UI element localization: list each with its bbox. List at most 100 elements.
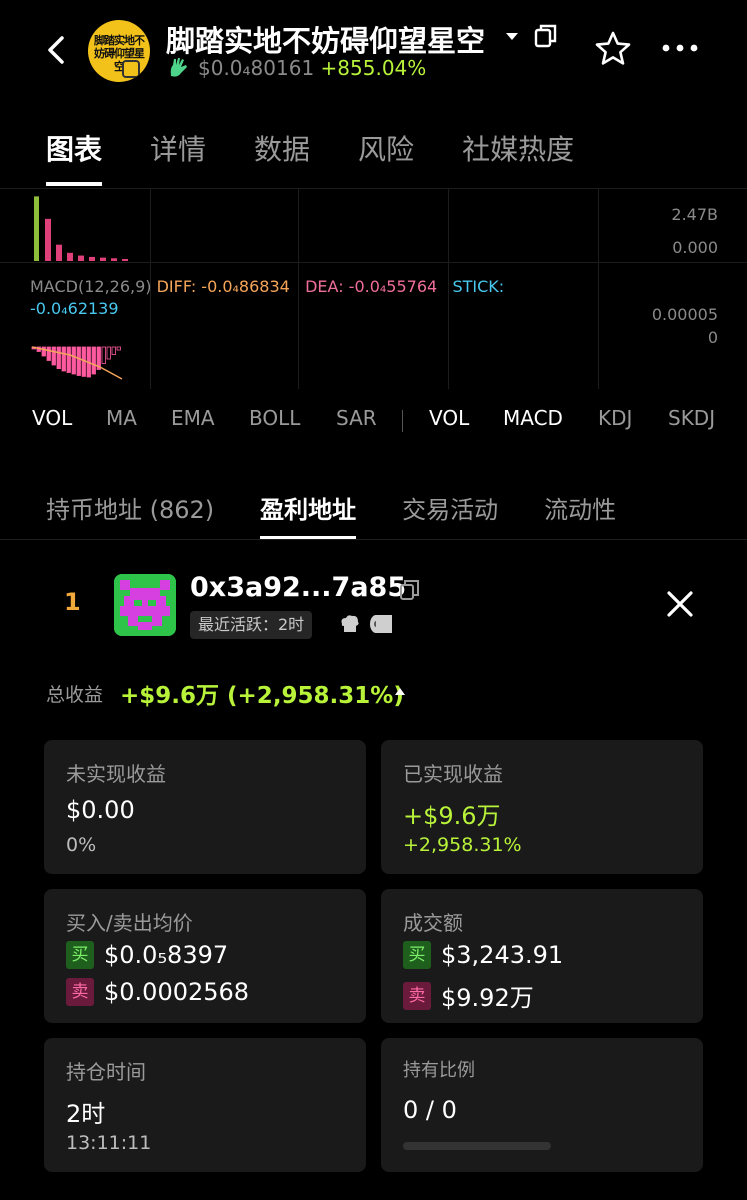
card-label: 持有比例 bbox=[403, 1060, 475, 1081]
toilet-paper-icon bbox=[370, 615, 392, 633]
tab-trading-activity[interactable]: 交易活动 bbox=[402, 490, 498, 525]
volume-bar bbox=[67, 252, 73, 261]
tab-details[interactable]: 详情 bbox=[150, 128, 206, 168]
price-row: $0.0₄80161 +855.04% bbox=[198, 56, 426, 80]
macd-bar bbox=[56, 346, 61, 370]
indicator-vol-sub[interactable]: VOL bbox=[429, 406, 469, 430]
volume-buy-row: 买 $3,243.91 bbox=[403, 941, 563, 969]
avg-sell-price: $0.0002568 bbox=[104, 978, 250, 1006]
more-options-icon[interactable] bbox=[660, 36, 700, 60]
total-profit-label: 总收益 bbox=[46, 684, 104, 706]
hold-ratio-card: 持有比例 0 / 0 bbox=[381, 1038, 703, 1172]
avg-price-card: 买入/卖出均价 买 $0.0₅8397 卖 $0.0002568 bbox=[44, 889, 366, 1023]
volume-bar bbox=[89, 256, 95, 261]
indicator-divider bbox=[402, 410, 403, 432]
card-label: 已实现收益 bbox=[403, 762, 503, 786]
volume-sell-value: $9.92万 bbox=[441, 984, 534, 1012]
macd-stick-label: STICK: bbox=[452, 277, 505, 296]
volume-bar bbox=[100, 257, 106, 261]
main-tabs: 图表 详情 数据 风险 社媒热度 bbox=[46, 128, 622, 186]
card-label: 成交额 bbox=[403, 911, 463, 935]
macd-bar bbox=[116, 346, 121, 351]
indicator-kdj[interactable]: KDJ bbox=[598, 406, 632, 430]
holder-avatar bbox=[114, 574, 176, 636]
back-arrow-icon[interactable] bbox=[38, 30, 74, 70]
volume-bars bbox=[34, 196, 128, 261]
macd-histogram bbox=[31, 346, 123, 380]
close-icon[interactable] bbox=[664, 588, 696, 620]
tab-liquidity[interactable]: 流动性 bbox=[544, 490, 616, 525]
tab-social-heat[interactable]: 社媒热度 bbox=[462, 128, 574, 168]
macd-bar bbox=[106, 346, 111, 360]
avg-buy-row: 买 $0.0₅8397 bbox=[66, 941, 228, 969]
macd-bar bbox=[101, 346, 106, 364]
macd-bar bbox=[76, 346, 81, 376]
caret-up-icon[interactable] bbox=[392, 684, 408, 698]
macd-axis-label: 0 bbox=[707, 328, 718, 347]
volume-axis-label: 2.47B bbox=[671, 205, 718, 224]
last-active-badge: 最近活跃：2时 bbox=[190, 611, 313, 639]
volume-bar bbox=[34, 196, 39, 261]
tab-risk[interactable]: 风险 bbox=[358, 128, 414, 168]
chain-badge-icon bbox=[122, 60, 140, 78]
indicator-vol-main[interactable]: VOL bbox=[32, 406, 72, 430]
macd-bar bbox=[61, 346, 66, 372]
total-profit-value: +$9.6万 (+2,958.31%) bbox=[120, 683, 404, 709]
indicator-macd[interactable]: MACD bbox=[503, 406, 563, 430]
avg-buy-price: $0.0₅8397 bbox=[104, 941, 229, 969]
holder-address: 0x3a92...7a85 bbox=[190, 572, 407, 603]
sell-tag: 卖 bbox=[66, 978, 94, 1006]
tab-chart[interactable]: 图表 bbox=[46, 128, 103, 186]
hold-time-clock: 13:11:11 bbox=[66, 1132, 152, 1154]
volume-sell-row: 卖 $9.92万 bbox=[403, 978, 534, 1013]
avg-sell-row: 卖 $0.0002568 bbox=[66, 978, 249, 1006]
macd-legend: MACD(12,26,9) DIFF: -0.0₄86834 DEA: -0.0… bbox=[30, 276, 550, 320]
indicator-sar[interactable]: SAR bbox=[336, 406, 377, 430]
sell-tag: 卖 bbox=[403, 981, 431, 1010]
macd-bar bbox=[111, 346, 116, 355]
chef-hat-icon bbox=[341, 615, 359, 632]
volume-bar bbox=[56, 244, 62, 261]
realized-profit-value: +$9.6万 bbox=[403, 802, 501, 830]
macd-stick-value: -0.0₄62139 bbox=[30, 299, 119, 318]
token-title: 脚踏实地不妨碍仰望星空 bbox=[166, 24, 486, 58]
buy-tag: 买 bbox=[66, 941, 94, 969]
token-logo: 脚踏实地不妨碍仰望星空 bbox=[88, 20, 150, 82]
divider bbox=[0, 539, 747, 540]
card-label: 未实现收益 bbox=[66, 762, 166, 786]
copy-icon[interactable] bbox=[532, 22, 560, 52]
hold-time-card: 持仓时间 2时 13:11:11 bbox=[44, 1038, 366, 1172]
unrealized-profit-pct: 0% bbox=[66, 834, 97, 856]
realized-profit-card: 已实现收益 +$9.6万 +2,958.31% bbox=[381, 740, 703, 874]
price-change: +855.04% bbox=[320, 56, 427, 80]
card-label: 买入/卖出均价 bbox=[66, 911, 193, 935]
indicator-ma[interactable]: MA bbox=[106, 406, 137, 430]
indicator-boll[interactable]: BOLL bbox=[249, 406, 300, 430]
card-label: 持仓时间 bbox=[66, 1060, 146, 1084]
hand-icon bbox=[170, 58, 187, 77]
indicator-row: VOL MA EMA BOLL SAR VOL MACD KDJ SKDJ bbox=[0, 406, 747, 438]
macd-axis-label: 0.00005 bbox=[651, 305, 718, 324]
buy-tag: 买 bbox=[403, 941, 431, 969]
volume-bar bbox=[122, 258, 128, 261]
copy-address-icon[interactable] bbox=[398, 578, 422, 602]
volume-bar bbox=[111, 258, 117, 261]
macd-diff: DIFF: -0.0₄86834 bbox=[156, 277, 290, 296]
macd-bar bbox=[71, 346, 76, 375]
dropdown-caret-icon[interactable] bbox=[502, 26, 522, 46]
macd-bar bbox=[51, 346, 56, 366]
tab-holders[interactable]: 持币地址 (862) bbox=[46, 490, 214, 525]
indicator-ema[interactable]: EMA bbox=[171, 406, 215, 430]
indicator-skdj[interactable]: SKDJ bbox=[668, 406, 715, 430]
favorite-star-icon[interactable] bbox=[594, 30, 632, 68]
trade-volume-card: 成交额 买 $3,243.91 卖 $9.92万 bbox=[381, 889, 703, 1023]
tab-profitable-addresses[interactable]: 盈利地址 bbox=[260, 490, 357, 539]
macd-bar bbox=[41, 346, 46, 357]
hold-ratio-value: 0 / 0 bbox=[403, 1096, 457, 1124]
macd-bar bbox=[66, 346, 71, 373]
tab-data[interactable]: 数据 bbox=[254, 128, 310, 168]
volume-bar bbox=[78, 255, 84, 261]
macd-dea: DEA: -0.0₄55764 bbox=[305, 277, 438, 296]
token-price: $0.0₄80161 bbox=[198, 56, 315, 80]
holder-rank: 1 bbox=[64, 588, 81, 616]
